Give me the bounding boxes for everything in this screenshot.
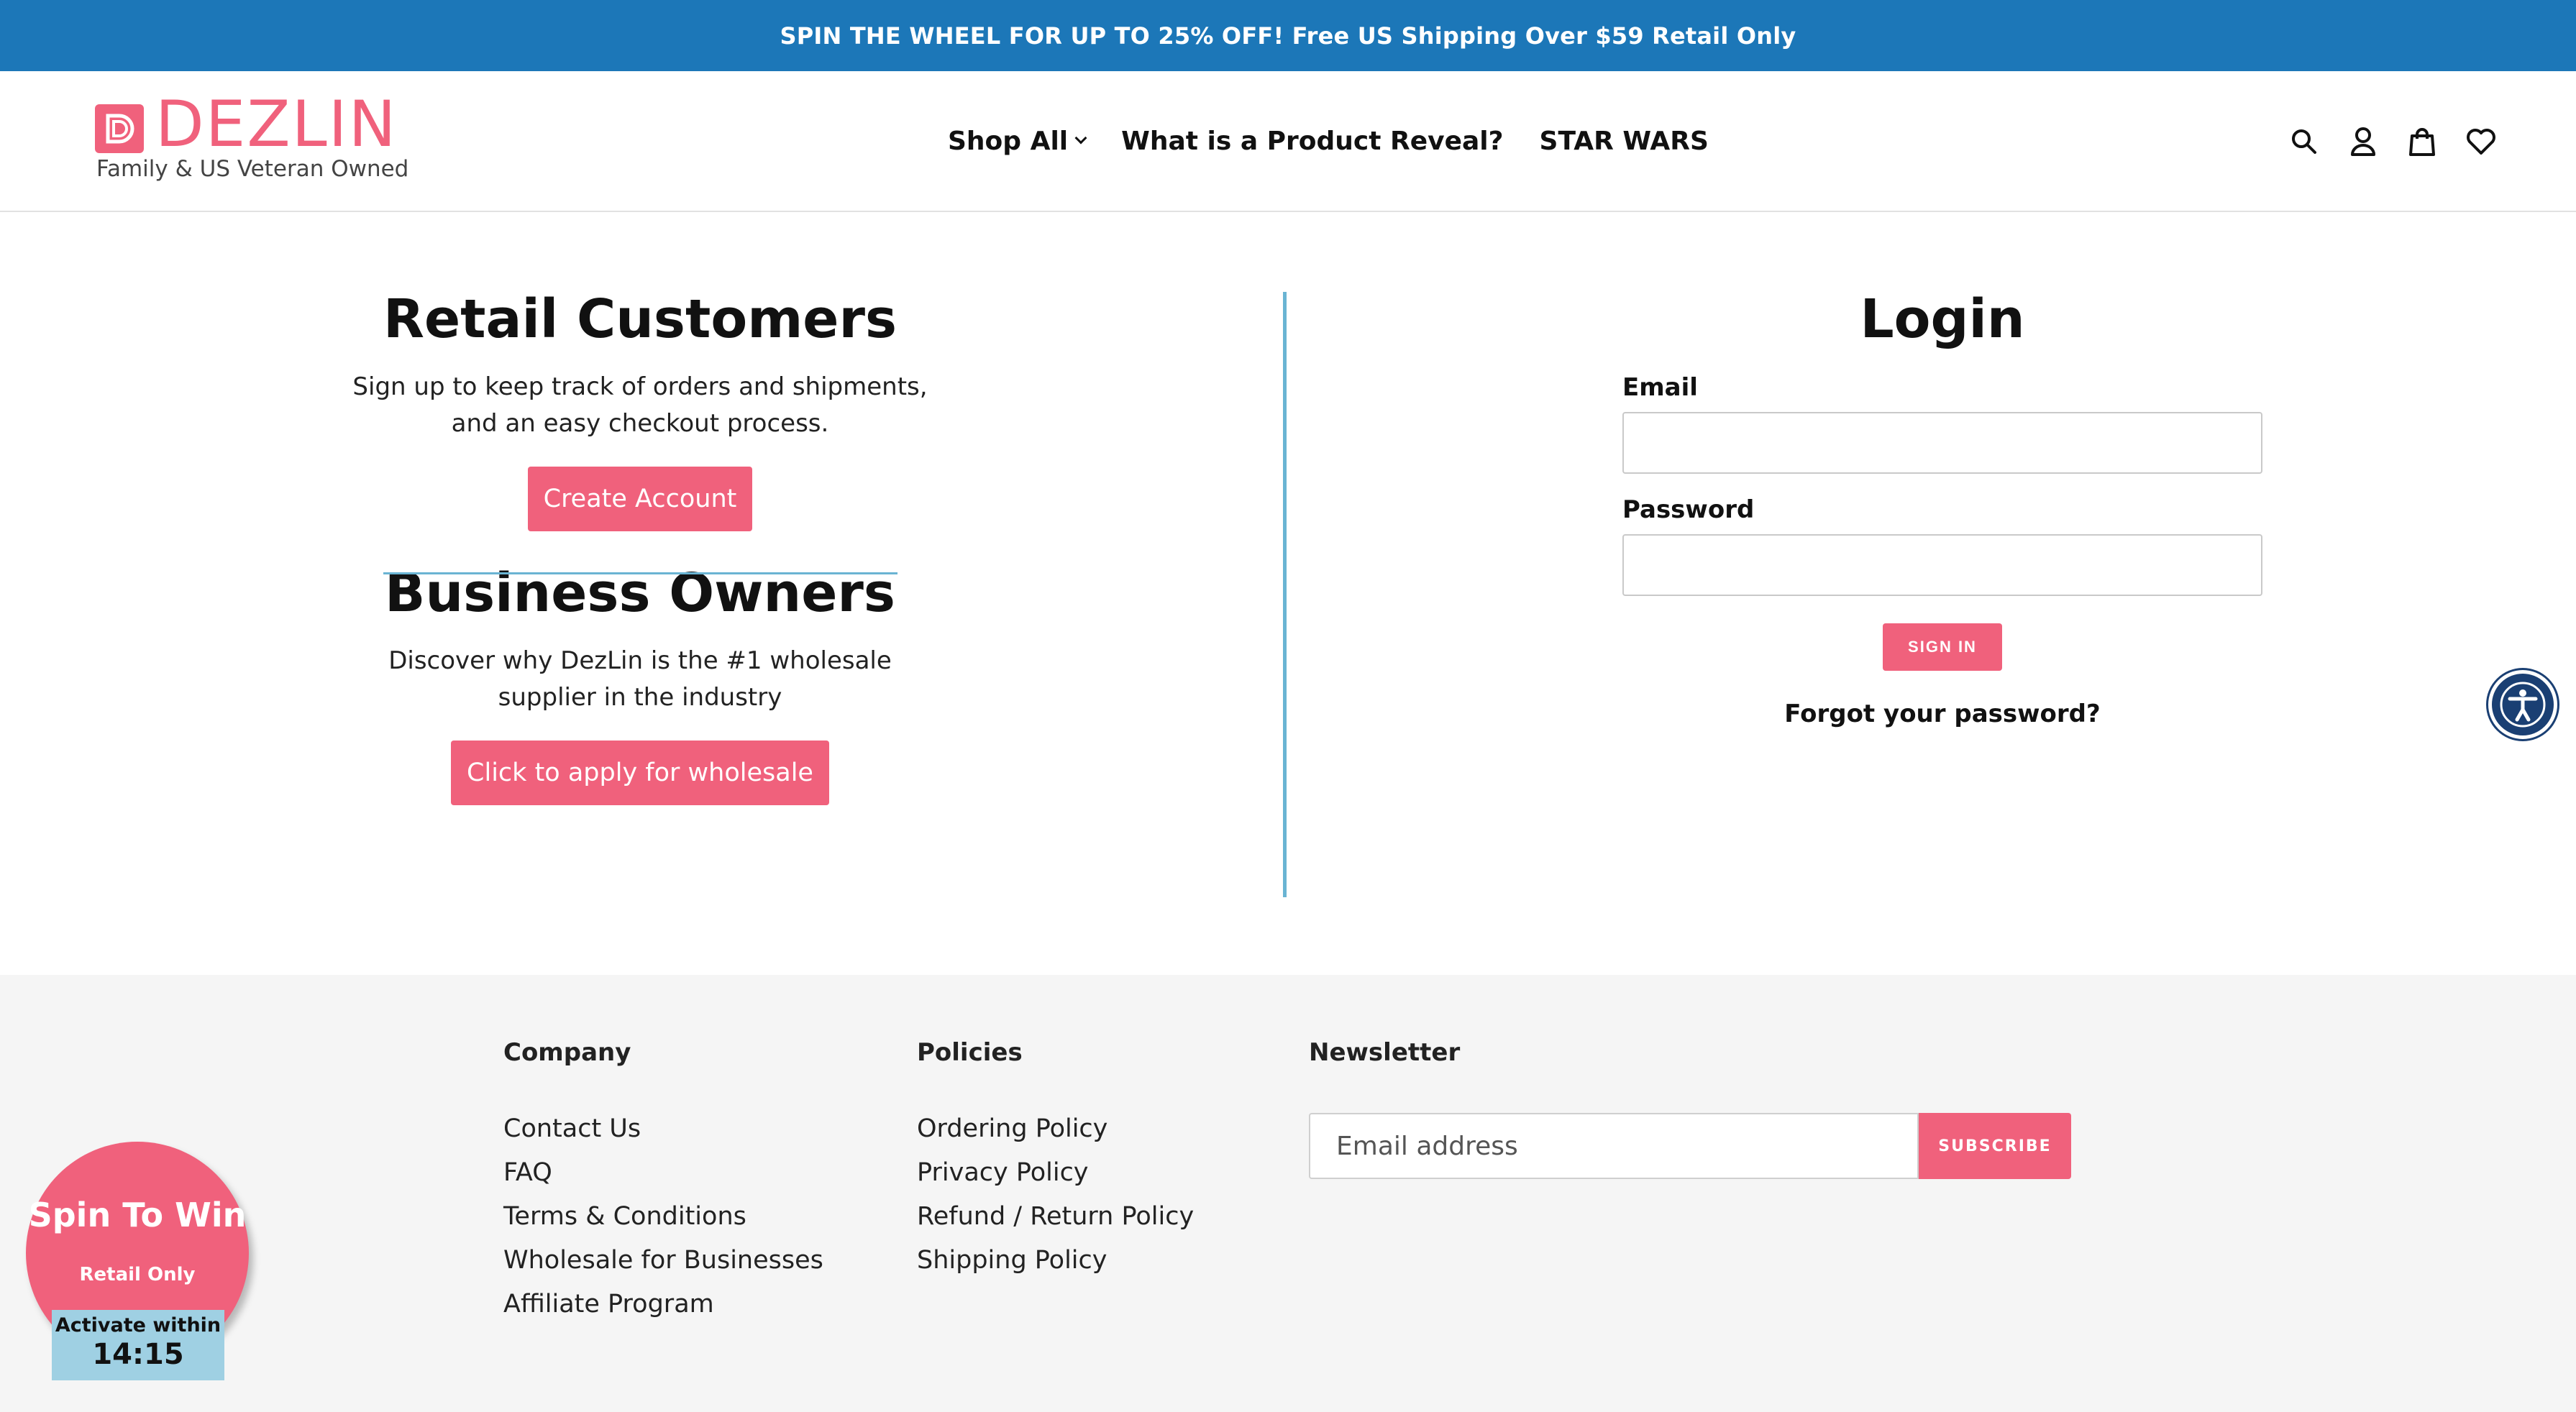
newsletter-form: Email address SUBSCRIBE (1309, 1113, 2071, 1179)
logo-mark-icon (95, 104, 144, 153)
footer-link-contact-us[interactable]: Contact Us (503, 1107, 823, 1151)
footer-link-refund-policy[interactable]: Refund / Return Policy (917, 1195, 1194, 1239)
login-form: Login Email Password SIGN IN Forgot your… (1622, 288, 2262, 728)
wishlist-heart-icon[interactable] (2464, 124, 2498, 159)
countdown-timer: 14:15 (92, 1338, 184, 1371)
main-nav: Shop All What is a Product Reveal? STAR … (948, 123, 1709, 159)
nav-product-reveal[interactable]: What is a Product Reveal? (1121, 127, 1503, 156)
footer-policies: Policies Ordering Policy Privacy Policy … (917, 1038, 1194, 1283)
logo-tagline: Family & US Veteran Owned (96, 156, 409, 182)
nav-star-wars[interactable]: STAR WARS (1540, 127, 1709, 156)
login-title: Login (1860, 288, 2025, 350)
footer-company-heading: Company (503, 1038, 631, 1067)
footer-link-faq[interactable]: FAQ (503, 1151, 823, 1195)
search-icon[interactable] (2287, 124, 2321, 159)
nav-shop-all[interactable]: Shop All (948, 126, 1087, 156)
password-label: Password (1622, 495, 1755, 524)
announcement-text: SPIN THE WHEEL FOR UP TO 25% OFF! Free U… (780, 22, 1796, 50)
section-divider (383, 572, 898, 574)
footer-link-wholesale[interactable]: Wholesale for Businesses (503, 1239, 823, 1283)
column-divider (1283, 292, 1287, 897)
footer-link-terms[interactable]: Terms & Conditions (503, 1195, 823, 1239)
footer-link-ordering-policy[interactable]: Ordering Policy (917, 1107, 1194, 1151)
announcement-bar: SPIN THE WHEEL FOR UP TO 25% OFF! Free U… (0, 0, 2576, 71)
retail-title: Retail Customers (383, 288, 898, 350)
footer-link-affiliate[interactable]: Affiliate Program (503, 1283, 823, 1326)
newsletter-email-input[interactable]: Email address (1309, 1113, 1919, 1179)
cart-icon[interactable] (2405, 124, 2439, 159)
business-description: Discover why DezLin is the #1 wholesale … (388, 646, 892, 712)
spin-subtitle: Retail Only (79, 1264, 196, 1285)
footer-newsletter: Newsletter (1309, 1038, 1460, 1067)
email-field[interactable] (1622, 411, 2262, 474)
footer-link-shipping-policy[interactable]: Shipping Policy (917, 1239, 1194, 1283)
site-logo[interactable]: DEZLIN Family & US Veteran Owned (95, 93, 411, 185)
forgot-password-link[interactable]: Forgot your password? (1622, 700, 2262, 728)
logo-name: DEZLIN (155, 87, 398, 161)
footer-link-privacy-policy[interactable]: Privacy Policy (917, 1151, 1194, 1195)
sign-in-button[interactable]: SIGN IN (1883, 623, 2002, 671)
activate-timer-badge: Activate within 14:15 (52, 1310, 224, 1380)
nav-shop-all-label: Shop All (948, 126, 1069, 156)
account-icon[interactable] (2346, 124, 2380, 159)
footer-newsletter-heading: Newsletter (1309, 1038, 1461, 1067)
spin-title: Spin To Win (28, 1196, 247, 1234)
activate-label: Activate within (55, 1314, 221, 1337)
site-header: DEZLIN Family & US Veteran Owned Shop Al… (0, 71, 2576, 212)
password-field[interactable] (1622, 533, 2262, 596)
header-icons (2287, 124, 2498, 159)
accessibility-icon[interactable] (2488, 670, 2557, 739)
chevron-down-icon (1074, 132, 1087, 145)
subscribe-button[interactable]: SUBSCRIBE (1919, 1113, 2071, 1179)
email-label: Email (1622, 372, 1698, 402)
apply-wholesale-button[interactable]: Click to apply for wholesale (451, 740, 829, 805)
retail-description: Sign up to keep track of orders and ship… (352, 372, 928, 438)
site-footer: Company Contact Us FAQ Terms & Condition… (0, 975, 2576, 1412)
footer-policies-heading: Policies (917, 1038, 1023, 1067)
create-account-button[interactable]: Create Account (527, 466, 753, 531)
signup-column: Retail Customers Sign up to keep track o… (288, 288, 992, 805)
footer-company: Company Contact Us FAQ Terms & Condition… (503, 1038, 823, 1326)
business-title: Business Owners (385, 561, 895, 624)
